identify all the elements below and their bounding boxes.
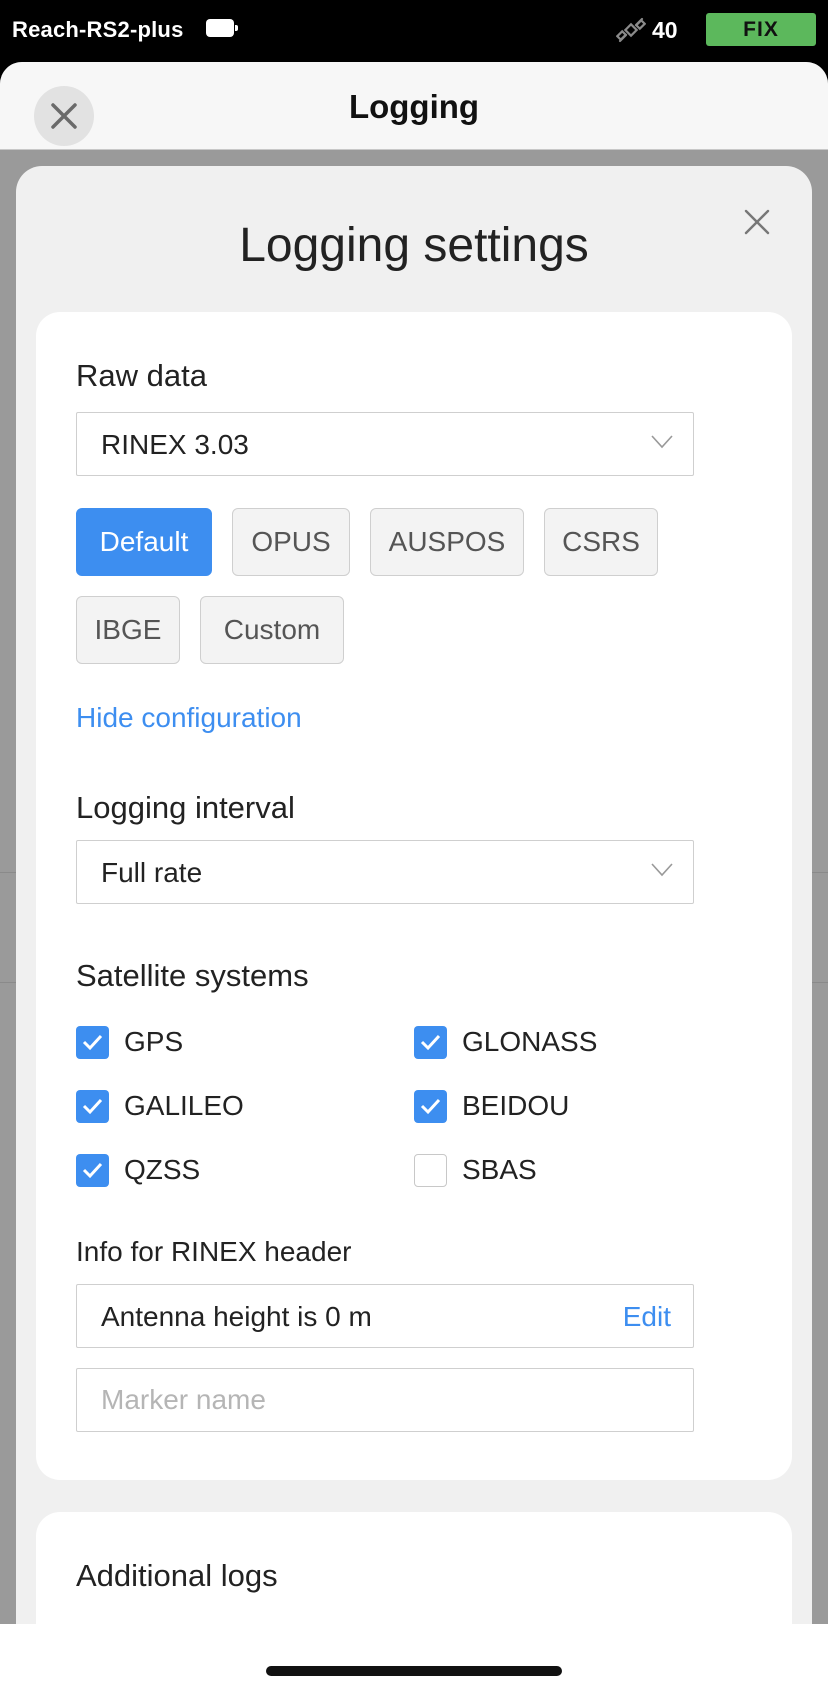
checkbox-qzss[interactable] xyxy=(76,1154,109,1187)
antenna-height-text: Antenna height is 0 m xyxy=(101,1301,372,1332)
fix-status-badge: FIX xyxy=(706,13,816,46)
preset-ibge-button[interactable]: IBGE xyxy=(76,596,180,664)
status-bar: Reach-RS2-plus 40 FIX xyxy=(0,0,828,62)
edit-antenna-height-button[interactable]: Edit xyxy=(623,1301,671,1333)
checkbox-label-galileo: GALILEO xyxy=(124,1090,244,1121)
marker-name-field[interactable] xyxy=(76,1368,694,1432)
settings-card: Raw data RINEX 3.03 Default OPUS AUSPOS … xyxy=(36,312,792,1480)
checkbox-label-sbas: SBAS xyxy=(462,1154,537,1185)
preset-auspos-button[interactable]: AUSPOS xyxy=(370,508,524,576)
logging-settings-modal: Logging settings Raw data RINEX 3.03 Def… xyxy=(16,166,812,1694)
home-indicator[interactable] xyxy=(266,1666,562,1676)
logging-interval-select[interactable]: Full rate xyxy=(76,840,694,904)
logging-interval-value: Full rate xyxy=(101,857,203,888)
check-icon xyxy=(82,1162,103,1179)
checkbox-glonass[interactable] xyxy=(414,1026,447,1059)
satellite-systems-title: Satellite systems xyxy=(76,958,309,993)
preset-default-button[interactable]: Default xyxy=(76,508,212,576)
battery-icon xyxy=(206,19,238,37)
hide-configuration-link[interactable]: Hide configuration xyxy=(76,702,302,734)
page-title: Logging xyxy=(348,88,480,125)
additional-logs-title: Additional logs xyxy=(76,1558,278,1593)
navbar: Logging xyxy=(0,62,828,150)
satellite-icon xyxy=(616,17,646,43)
modal-title: Logging settings xyxy=(239,219,589,272)
chevron-down-icon xyxy=(651,435,673,449)
check-icon xyxy=(420,1034,441,1051)
preset-opus-button[interactable]: OPUS xyxy=(232,508,350,576)
app-sheet: Logging Logging settings Raw data RINEX … xyxy=(0,62,828,1694)
bottom-bar xyxy=(0,1624,828,1694)
device-name: Reach-RS2-plus xyxy=(12,17,184,42)
check-icon xyxy=(420,1098,441,1115)
satellite-count: 40 xyxy=(652,17,678,43)
check-icon xyxy=(82,1098,103,1115)
rinex-header-title: Info for RINEX header xyxy=(76,1236,352,1267)
chevron-down-icon xyxy=(651,863,673,877)
preset-csrs-button[interactable]: CSRS xyxy=(544,508,658,576)
raw-format-value: RINEX 3.03 xyxy=(101,429,249,460)
antenna-height-field: Antenna height is 0 m Edit xyxy=(76,1284,694,1348)
logging-interval-title: Logging interval xyxy=(76,790,295,825)
marker-name-input[interactable] xyxy=(77,1369,693,1431)
checkbox-label-beidou: BEIDOU xyxy=(462,1090,570,1121)
checkbox-label-qzss: QZSS xyxy=(124,1154,201,1185)
checkbox-galileo[interactable] xyxy=(76,1090,109,1123)
checkbox-beidou[interactable] xyxy=(414,1090,447,1123)
checkbox-label-gps: GPS xyxy=(124,1026,184,1057)
checkbox-gps[interactable] xyxy=(76,1026,109,1059)
check-icon xyxy=(82,1034,103,1051)
raw-format-select[interactable]: RINEX 3.03 xyxy=(76,412,694,476)
checkbox-sbas[interactable] xyxy=(414,1154,447,1187)
preset-custom-button[interactable]: Custom xyxy=(200,596,344,664)
raw-data-title: Raw data xyxy=(76,358,207,393)
checkbox-label-glonass: GLONASS xyxy=(462,1026,598,1057)
